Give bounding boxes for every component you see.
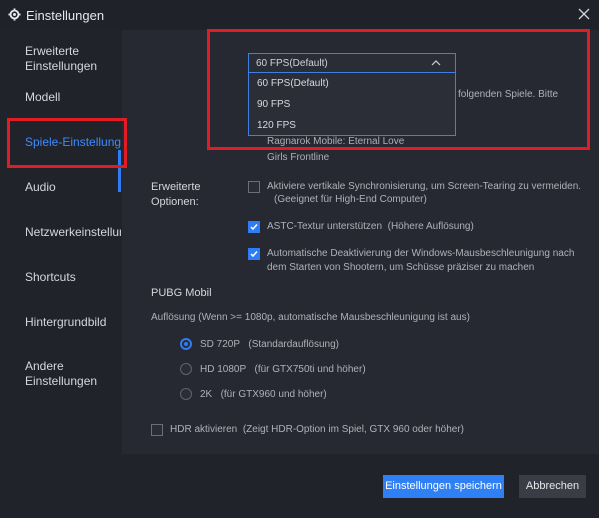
- astc-note: (Höhere Auflösung): [387, 221, 474, 232]
- option-note: (Standardauflösung): [248, 339, 339, 350]
- check-icon: [250, 224, 258, 231]
- mouse-accel-label-line2: dem Starten von Shootern, um Schüsse prä…: [267, 262, 535, 273]
- title-bar: Einstellungen: [0, 0, 599, 30]
- hdr-note: (Zeigt HDR-Option im Spiel, GTX 960 oder…: [242, 424, 465, 435]
- mouse-accel-checkbox[interactable]: [248, 248, 260, 260]
- sidebar-item-model[interactable]: Modell: [25, 90, 121, 105]
- window-title: Einstellungen: [26, 8, 105, 23]
- sidebar-item-shortcuts[interactable]: Shortcuts: [25, 270, 121, 285]
- option-name: SD 720P: [200, 339, 241, 350]
- sidebar-item-audio[interactable]: Audio: [25, 180, 121, 195]
- highlight-box-sidebar: [7, 118, 127, 168]
- close-icon[interactable]: [577, 7, 591, 21]
- advanced-options-label-line: Erweiterte: [151, 181, 201, 193]
- sidebar-item-label: Einstellungen: [25, 59, 98, 73]
- sidebar: Erweiterte Einstellungen Modell Spiele-E…: [0, 30, 122, 454]
- option-name: HD 1080P: [200, 364, 247, 375]
- option-hd-1080p: HD 1080P (für GTX750ti und höher): [200, 363, 366, 377]
- sidebar-item-label: Einstellungen: [25, 374, 98, 388]
- sidebar-item-label: Erweiterte: [25, 44, 80, 58]
- cancel-button[interactable]: Abbrechen: [519, 475, 586, 498]
- sidebar-item-network[interactable]: Netzwerkeinstellungen: [25, 225, 121, 240]
- vsync-note: (Geeignet für High-End Computer): [274, 194, 427, 205]
- radio-sd-720p[interactable]: [180, 338, 192, 350]
- hdr-checkbox[interactable]: [151, 424, 163, 436]
- advanced-options-label-line: Optionen:: [151, 196, 199, 208]
- astc-text: ASTC-Textur unterstützen: [267, 221, 383, 232]
- option-note: (für GTX960 und höher): [220, 389, 327, 400]
- astc-checkbox[interactable]: [248, 221, 260, 233]
- sidebar-item-wallpaper[interactable]: Hintergrundbild: [25, 315, 121, 330]
- footer: [0, 454, 599, 518]
- hdr-label: HDR aktivieren (Zeigt HDR-Option im Spie…: [170, 423, 464, 437]
- radio-hd-1080p[interactable]: [180, 363, 192, 375]
- settings-window: Einstellungen Erweiterte Einstellungen M…: [0, 0, 599, 518]
- vsync-checkbox[interactable]: [248, 181, 260, 193]
- game-girls-frontline: Girls Frontline: [267, 152, 330, 163]
- radio-2k[interactable]: [180, 388, 192, 400]
- vsync-label: Aktiviere vertikale Synchronisierung, um…: [267, 181, 582, 192]
- pubg-section-title: PUBG Mobil: [151, 287, 212, 299]
- check-icon: [250, 251, 258, 258]
- mouse-accel-label: Automatische Deaktivierung der Windows-M…: [267, 248, 575, 259]
- hdr-text: HDR aktivieren: [170, 424, 238, 435]
- resolution-label: Auflösung (Wenn >= 1080p, automatische M…: [151, 312, 470, 323]
- option-sd-720p: SD 720P (Standardauflösung): [200, 338, 339, 352]
- option-name: 2K: [200, 389, 213, 400]
- highlight-box-fps: [207, 29, 590, 150]
- sidebar-item-other-settings[interactable]: Andere Einstellungen: [25, 359, 121, 389]
- astc-label: ASTC-Textur unterstützen (Höhere Auflösu…: [267, 220, 474, 234]
- advanced-options-label: Erweiterte Optionen:: [151, 180, 201, 210]
- option-2k: 2K (für GTX960 und höher): [200, 388, 327, 402]
- sidebar-item-label: Andere: [25, 359, 64, 373]
- gear-icon: [8, 8, 21, 21]
- save-settings-button[interactable]: Einstellungen speichern: [383, 475, 504, 498]
- option-note: (für GTX750ti und höher): [254, 364, 366, 375]
- sidebar-item-advanced-settings[interactable]: Erweiterte Einstellungen: [25, 44, 121, 74]
